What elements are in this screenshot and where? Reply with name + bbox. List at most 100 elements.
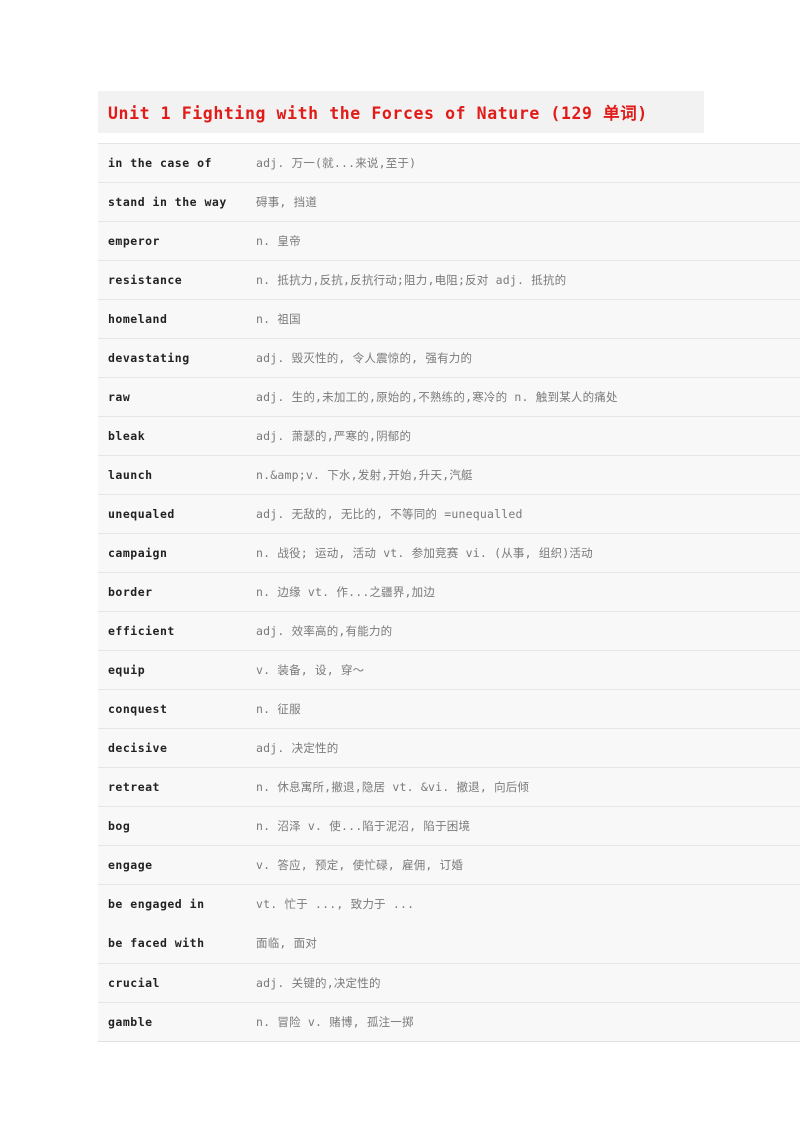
word-text: bog xyxy=(108,819,131,833)
definition-text: adj. 无敌的, 无比的, 不等同的 =unequalled xyxy=(256,507,523,521)
definition-text: adj. 关键的,决定性的 xyxy=(256,976,381,990)
definition-text: n. 抵抗力,反抗,反抗行动;阻力,电阻;反对 adj. 抵抗的 xyxy=(256,273,567,287)
table-row: resistance n. 抵抗力,反抗,反抗行动;阻力,电阻;反对 adj. 抵… xyxy=(98,260,800,300)
table-row: stand in the way 碍事, 挡道 xyxy=(98,182,800,222)
table-row: equip v. 装备, 设, 穿～ xyxy=(98,650,800,690)
table-row: conquest n. 征服 xyxy=(98,689,800,729)
table-row: emperor n. 皇帝 xyxy=(98,221,800,261)
word-cell: retreat xyxy=(98,767,246,807)
word-text: devastating xyxy=(108,351,190,365)
table-row: crucial adj. 关键的,决定性的 xyxy=(98,963,800,1003)
word-cell: resistance xyxy=(98,260,246,300)
word-text: launch xyxy=(108,468,153,482)
table-row: devastating adj. 毁灭性的, 令人震惊的, 强有力的 xyxy=(98,338,800,378)
definition-text: n. 战役; 运动, 活动 vt. 参加竞赛 vi. (从事, 组织)活动 xyxy=(256,546,593,560)
word-text: crucial xyxy=(108,976,160,990)
word-cell: efficient xyxy=(98,611,246,651)
word-cell: conquest xyxy=(98,689,246,729)
definition-text: adj. 万一(就...来说,至于) xyxy=(256,156,417,170)
word-text: retreat xyxy=(108,780,160,794)
word-text: border xyxy=(108,585,153,599)
word-cell: decisive xyxy=(98,728,246,768)
definition-cell: n. 沼泽 v. 使...陷于泥沼, 陷于困境 xyxy=(246,806,800,846)
definition-cell: n.&amp;v. 下水,发射,开始,升天,汽艇 xyxy=(246,455,800,495)
definition-cell: adj. 无敌的, 无比的, 不等同的 =unequalled xyxy=(246,494,800,534)
definition-text: v. 装备, 设, 穿～ xyxy=(256,663,365,677)
definition-cell: v. 答应, 预定, 使忙碌, 雇佣, 订婚 xyxy=(246,845,800,885)
definition-cell: n. 边缘 vt. 作...之疆界,加边 xyxy=(246,572,800,612)
unit-title-banner: Unit 1 Fighting with the Forces of Natur… xyxy=(98,91,704,133)
table-row: campaign n. 战役; 运动, 活动 vt. 参加竞赛 vi. (从事, … xyxy=(98,533,800,573)
definition-text: n. 冒险 v. 赌博, 孤注一掷 xyxy=(256,1015,414,1029)
word-text: bleak xyxy=(108,429,146,443)
word-text-line: be faced with xyxy=(108,936,205,950)
definition-text: adj. 毁灭性的, 令人震惊的, 强有力的 xyxy=(256,351,473,365)
table-row: engage v. 答应, 预定, 使忙碌, 雇佣, 订婚 xyxy=(98,845,800,885)
definition-cell: v. 装备, 设, 穿～ xyxy=(246,650,800,690)
definition-text: n. 皇帝 xyxy=(256,234,301,248)
definition-text-line: 面临, 面对 xyxy=(256,936,318,950)
definition-text: adj. 萧瑟的,严寒的,阴郁的 xyxy=(256,429,412,443)
definition-cell: adj. 效率高的,有能力的 xyxy=(246,611,800,651)
word-text: conquest xyxy=(108,702,168,716)
definition-text: 碍事, 挡道 xyxy=(256,195,318,209)
table-row: efficient adj. 效率高的,有能力的 xyxy=(98,611,800,651)
table-row: launch n.&amp;v. 下水,发射,开始,升天,汽艇 xyxy=(98,455,800,495)
word-text: in the case of xyxy=(108,156,212,170)
word-cell: be engaged in be faced with xyxy=(98,884,246,964)
definition-cell: adj. 生的,未加工的,原始的,不熟练的,寒冷的 n. 触到某人的痛处 xyxy=(246,377,800,417)
definition-cell: n. 征服 xyxy=(246,689,800,729)
word-text: equip xyxy=(108,663,146,677)
definition-text: vt. 忙于 ..., 致力于 ... 面临, 面对 xyxy=(246,885,800,963)
definition-cell: n. 祖国 xyxy=(246,299,800,339)
word-cell: border xyxy=(98,572,246,612)
definition-text: adj. 生的,未加工的,原始的,不熟练的,寒冷的 n. 触到某人的痛处 xyxy=(256,390,618,404)
word-text: raw xyxy=(108,390,131,404)
definition-cell: n. 休息寓所,撤退,隐居 vt. &vi. 撤退, 向后倾 xyxy=(246,767,800,807)
word-cell: equip xyxy=(98,650,246,690)
table-row: be engaged in be faced with vt. 忙于 ..., 致力… xyxy=(98,884,800,964)
definition-text: n. 征服 xyxy=(256,702,301,716)
word-cell: devastating xyxy=(98,338,246,378)
word-text: campaign xyxy=(108,546,168,560)
word-cell: in the case of xyxy=(98,143,246,183)
word-cell: emperor xyxy=(98,221,246,261)
table-row: gamble n. 冒险 v. 赌博, 孤注一掷 xyxy=(98,1002,800,1042)
definition-text: n. 沼泽 v. 使...陷于泥沼, 陷于困境 xyxy=(256,819,471,833)
definition-cell: 碍事, 挡道 xyxy=(246,182,800,222)
word-text: emperor xyxy=(108,234,160,248)
word-text: resistance xyxy=(108,273,183,287)
table-row: retreat n. 休息寓所,撤退,隐居 vt. &vi. 撤退, 向后倾 xyxy=(98,767,800,807)
definition-text: n.&amp;v. 下水,发射,开始,升天,汽艇 xyxy=(256,468,473,482)
definition-cell: n. 抵抗力,反抗,反抗行动;阻力,电阻;反对 adj. 抵抗的 xyxy=(246,260,800,300)
definition-text: adj. 效率高的,有能力的 xyxy=(256,624,393,638)
word-text: stand in the way xyxy=(108,195,227,209)
definition-text: adj. 决定性的 xyxy=(256,741,339,755)
word-text: efficient xyxy=(108,624,175,638)
word-cell: raw xyxy=(98,377,246,417)
vocabulary-table-body: in the case of adj. 万一(就...来说,至于) stand in… xyxy=(98,143,800,1042)
word-cell: bleak xyxy=(98,416,246,456)
word-cell: campaign xyxy=(98,533,246,573)
table-row: border n. 边缘 vt. 作...之疆界,加边 xyxy=(98,572,800,612)
definition-text: n. 边缘 vt. 作...之疆界,加边 xyxy=(256,585,436,599)
table-row: in the case of adj. 万一(就...来说,至于) xyxy=(98,143,800,183)
word-cell: homeland xyxy=(98,299,246,339)
word-text: homeland xyxy=(108,312,168,326)
definition-text: n. 祖国 xyxy=(256,312,301,326)
word-text: be engaged in be faced with xyxy=(98,885,246,963)
vocabulary-table: in the case of adj. 万一(就...来说,至于) stand in… xyxy=(98,143,800,1042)
word-text: decisive xyxy=(108,741,168,755)
word-cell: launch xyxy=(98,455,246,495)
page-title: Unit 1 Fighting with the Forces of Natur… xyxy=(108,104,648,123)
definition-text: n. 休息寓所,撤退,隐居 vt. &vi. 撤退, 向后倾 xyxy=(256,780,530,794)
definition-cell: vt. 忙于 ..., 致力于 ... 面临, 面对 xyxy=(246,884,800,964)
vocabulary-page: Unit 1 Fighting with the Forces of Natur… xyxy=(0,0,800,1132)
definition-cell: adj. 万一(就...来说,至于) xyxy=(246,143,800,183)
table-row: homeland n. 祖国 xyxy=(98,299,800,339)
definition-cell: n. 皇帝 xyxy=(246,221,800,261)
word-text: gamble xyxy=(108,1015,153,1029)
definition-cell: adj. 毁灭性的, 令人震惊的, 强有力的 xyxy=(246,338,800,378)
word-cell: bog xyxy=(98,806,246,846)
definition-cell: adj. 萧瑟的,严寒的,阴郁的 xyxy=(246,416,800,456)
